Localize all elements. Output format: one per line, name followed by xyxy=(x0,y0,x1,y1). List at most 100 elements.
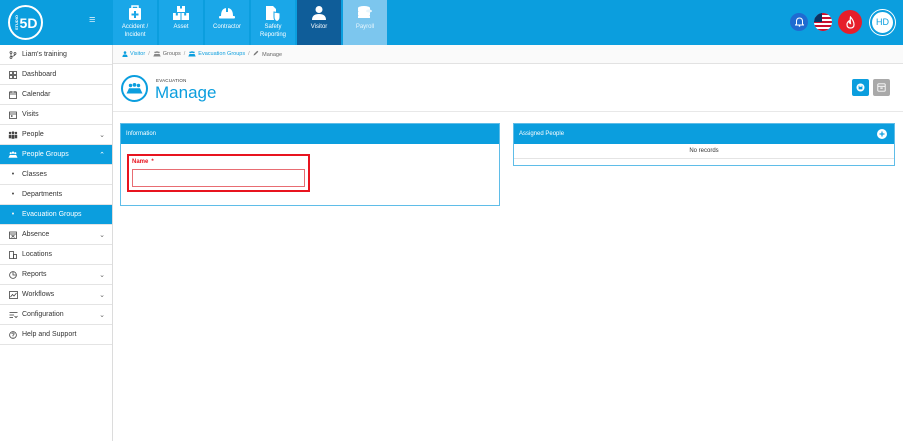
chevron-up-icon: ⌃ xyxy=(99,152,105,159)
information-panel: Information Name * xyxy=(120,123,500,206)
pencil-icon xyxy=(253,50,258,56)
panel-header: Assigned People xyxy=(514,124,894,144)
module-accident-incident[interactable]: Accident / Incident xyxy=(113,0,157,45)
module-asset[interactable]: Asset xyxy=(159,0,203,45)
sidebar-item-people[interactable]: People ⌄ xyxy=(0,125,112,145)
breadcrumb-label: Manage xyxy=(262,52,283,58)
breadcrumb-current: Manage xyxy=(253,50,282,58)
bullet-icon: • xyxy=(11,211,15,218)
panel-title: Assigned People xyxy=(519,131,565,137)
workflows-icon xyxy=(8,290,18,299)
module-label: Accident / Incident xyxy=(121,24,149,38)
archive-icon xyxy=(877,83,886,92)
bullet-icon: • xyxy=(11,171,15,178)
branch-icon xyxy=(8,50,18,59)
sidebar-item-calendar[interactable]: Calendar xyxy=(0,85,112,105)
coins-icon xyxy=(357,3,373,23)
dashboard-icon xyxy=(8,70,18,79)
module-label: Safety Reporting xyxy=(259,24,286,38)
module-visitor[interactable]: Visitor xyxy=(297,0,341,45)
chevron-down-icon: ⌄ xyxy=(99,232,105,239)
sidebar-item-evacuation-groups[interactable]: • Evacuation Groups xyxy=(0,205,112,225)
breadcrumb-label: Visitor xyxy=(130,51,146,57)
module-label: Contractor xyxy=(212,24,241,30)
sidebar-item-label: People Groups xyxy=(22,151,69,158)
evacuation-group-icon xyxy=(121,75,148,102)
us-flag-icon[interactable] xyxy=(814,13,832,31)
app-logo[interactable]: STUDIO 5D xyxy=(8,5,43,40)
module-contractor[interactable]: Contractor xyxy=(205,0,249,45)
first-aid-icon xyxy=(128,3,142,23)
save-button[interactable] xyxy=(852,79,869,96)
sidebar-item-classes[interactable]: • Classes xyxy=(0,165,112,185)
breadcrumb-groups[interactable]: Groups xyxy=(153,51,181,57)
sidebar-item-label: People xyxy=(22,131,44,138)
sidebar-item-label: Visits xyxy=(22,111,39,118)
sidebar-item-label: Configuration xyxy=(22,311,64,318)
sidebar-item-label: Evacuation Groups xyxy=(22,211,82,218)
notification-bell-icon[interactable] xyxy=(790,13,808,31)
panel-title: Information xyxy=(121,124,499,144)
fire-alert-icon[interactable] xyxy=(838,10,862,34)
no-records-text: No records xyxy=(514,144,894,159)
chevron-down-icon: ⌄ xyxy=(99,292,105,299)
people-icon xyxy=(8,130,18,139)
module-label: Visitor xyxy=(310,24,328,30)
module-payroll[interactable]: Payroll xyxy=(343,0,387,45)
save-circle-icon xyxy=(856,83,865,92)
sidebar-item-label: Help and Support xyxy=(22,331,77,338)
person-icon xyxy=(311,3,327,23)
sidebar-item-help-and-support[interactable]: Help and Support xyxy=(0,325,112,345)
sidebar-item-people-groups[interactable]: People Groups ⌃ xyxy=(0,145,112,165)
sidebar-item-reports[interactable]: Reports ⌄ xyxy=(0,265,112,285)
sidebar-item-configuration[interactable]: Configuration ⌄ xyxy=(0,305,112,325)
people-groups-icon xyxy=(153,51,161,57)
chevron-down-icon: ⌄ xyxy=(99,312,105,319)
reports-icon xyxy=(8,270,18,279)
module-label: Payroll xyxy=(355,24,375,30)
sidebar-item-label: Absence xyxy=(22,231,50,238)
sidebar-item-workflows[interactable]: Workflows ⌄ xyxy=(0,285,112,305)
name-label-text: Name xyxy=(132,159,149,165)
sidebar-item-departments[interactable]: • Departments xyxy=(0,185,112,205)
top-bar: STUDIO 5D ≡ Accident / Incident Asset Co… xyxy=(0,0,903,45)
breadcrumb-label: Evacuation Groups xyxy=(198,51,246,57)
module-safety-reporting[interactable]: Safety Reporting xyxy=(251,0,295,45)
report-shield-icon xyxy=(265,3,281,23)
locations-icon xyxy=(8,250,18,259)
sidebar-item-absence[interactable]: Absence ⌄ xyxy=(0,225,112,245)
sidebar-item-visits[interactable]: Visits xyxy=(0,105,112,125)
chevron-down-icon: ⌄ xyxy=(99,132,105,139)
visits-icon xyxy=(8,111,18,119)
absence-icon xyxy=(8,231,18,239)
hamburger-menu-icon[interactable]: ≡ xyxy=(89,15,99,26)
breadcrumb-label: Groups xyxy=(162,51,181,57)
breadcrumb: Visitor / Groups / Evacuation Groups / M… xyxy=(113,45,903,64)
people-groups-icon xyxy=(188,51,196,57)
module-label: Asset xyxy=(173,24,189,30)
breadcrumb-separator: / xyxy=(183,51,186,57)
bullet-icon: • xyxy=(11,191,15,198)
sidebar-item-label: Dashboard xyxy=(22,71,57,78)
sidebar-item-locations[interactable]: Locations xyxy=(0,245,112,265)
boxes-icon xyxy=(173,3,189,23)
configuration-icon xyxy=(8,311,18,319)
assigned-people-panel: Assigned People No records xyxy=(513,123,895,166)
sidebar-item-liams-training[interactable]: Liam's training xyxy=(0,45,112,65)
people-groups-icon xyxy=(8,151,18,159)
page-header: EVACUATION Manage xyxy=(113,64,903,112)
top-right-actions: HD xyxy=(790,9,895,35)
sidebar-item-label: Calendar xyxy=(22,91,51,98)
breadcrumb-evacuation-groups[interactable]: Evacuation Groups xyxy=(188,51,245,57)
name-input[interactable] xyxy=(132,169,305,187)
sidebar-item-dashboard[interactable]: Dashboard xyxy=(0,65,112,85)
user-avatar[interactable]: HD xyxy=(870,9,895,35)
delete-button[interactable] xyxy=(873,79,890,96)
sidebar-item-label: Classes xyxy=(22,171,47,178)
breadcrumb-visitor[interactable]: Visitor xyxy=(122,51,145,57)
name-label: Name * xyxy=(132,159,154,165)
add-person-button[interactable] xyxy=(877,129,887,139)
calendar-icon xyxy=(8,90,18,99)
module-bar: Accident / Incident Asset Contractor Saf… xyxy=(113,0,389,45)
sidebar-item-label: Departments xyxy=(22,191,63,198)
